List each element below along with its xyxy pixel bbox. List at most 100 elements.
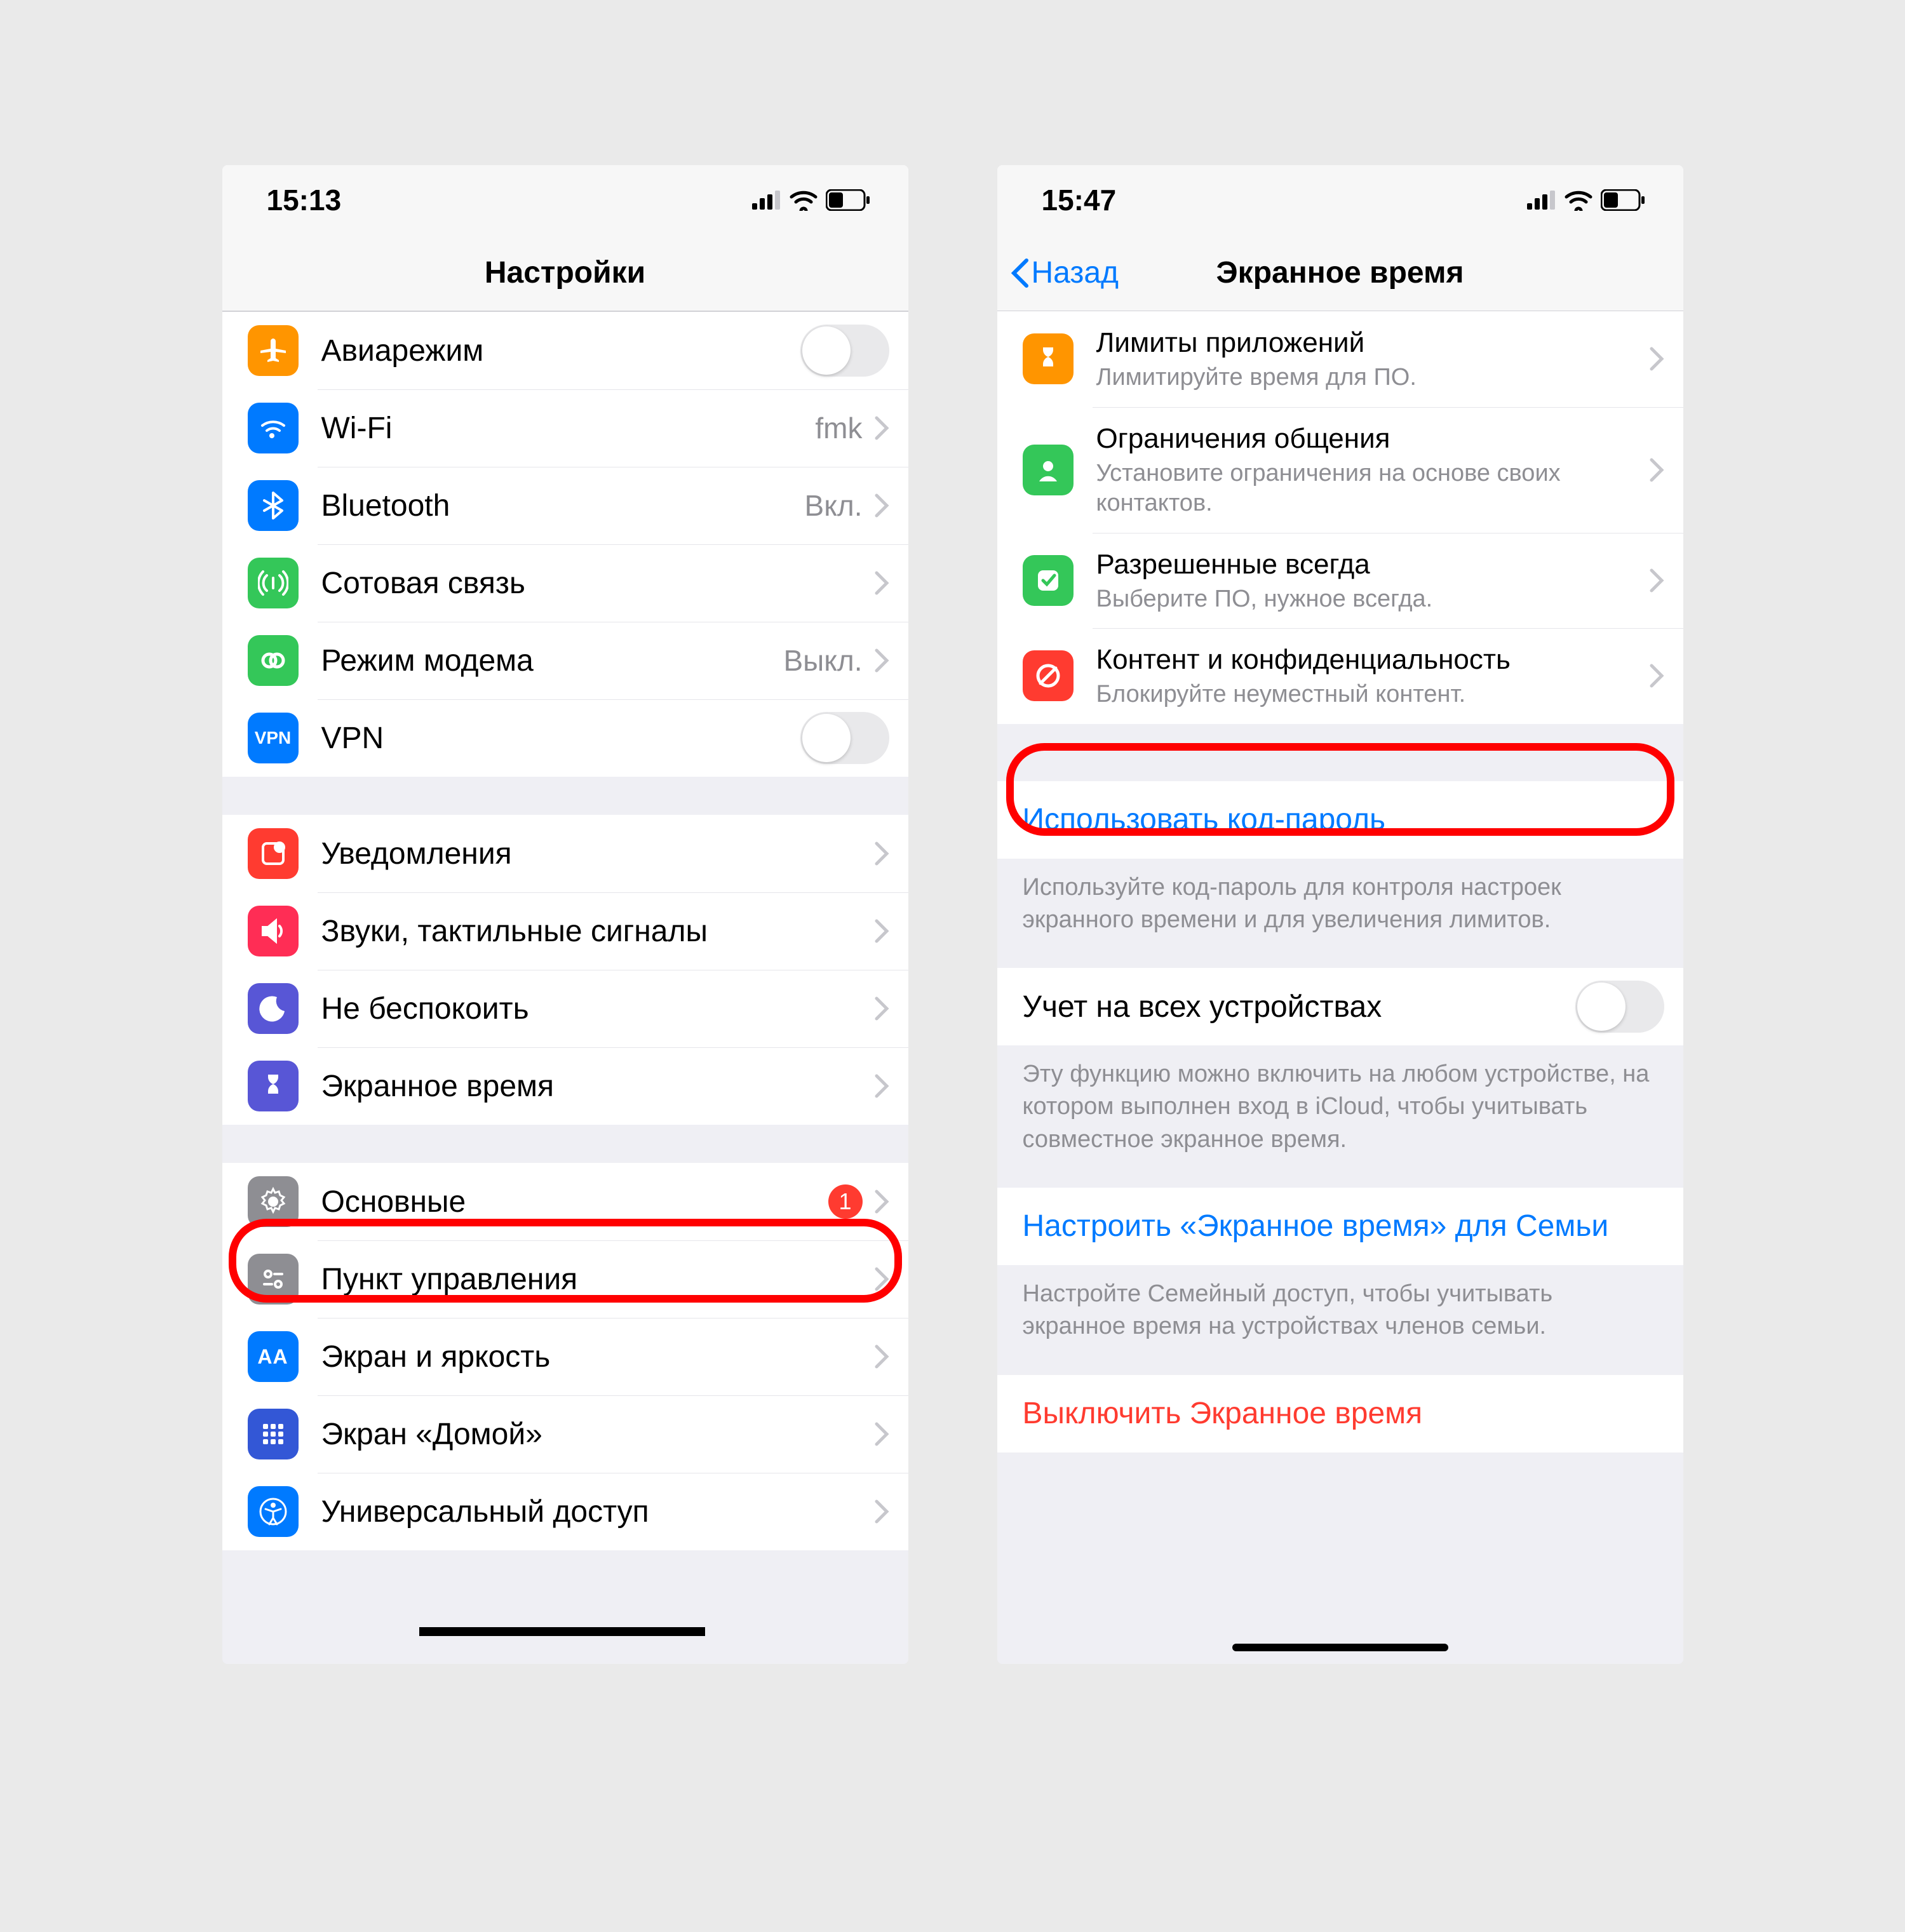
chevron-icon <box>874 1499 889 1524</box>
vpn-icon: VPN <box>248 713 299 763</box>
title-app-limits: Лимиты приложений <box>1096 325 1649 360</box>
turnoff-group: Выключить Экранное время <box>997 1375 1683 1452</box>
toggle-airplane[interactable] <box>800 325 889 377</box>
chevron-icon <box>874 1421 889 1447</box>
label-airplane: Авиарежим <box>321 333 484 368</box>
network-group: Авиарежим Wi-Fi fmk Bluetooth Вкл. Сотов… <box>222 311 908 777</box>
home-screen-icon <box>248 1409 299 1459</box>
row-always-allowed[interactable]: Разрешенные всегда Выберите ПО, нужное в… <box>997 533 1683 629</box>
toggle-share-devices[interactable] <box>1575 981 1664 1033</box>
row-family-setup[interactable]: Настроить «Экранное время» для Семьи <box>997 1188 1683 1265</box>
sounds-icon <box>248 906 299 956</box>
communication-limits-icon <box>1023 445 1074 495</box>
row-notifications[interactable]: Уведомления <box>222 815 908 892</box>
label-screentime: Экранное время <box>321 1069 555 1104</box>
dnd-icon <box>248 983 299 1034</box>
status-indicators <box>752 189 870 211</box>
row-control-center[interactable]: Пункт управления <box>222 1240 908 1318</box>
chevron-left-icon <box>1010 258 1029 288</box>
status-time: 15:13 <box>267 183 342 217</box>
chevron-icon <box>874 415 889 441</box>
row-bluetooth[interactable]: Bluetooth Вкл. <box>222 467 908 544</box>
row-communication-limits[interactable]: Ограничения общения Установите ограничен… <box>997 407 1683 533</box>
title-content-privacy: Контент и конфиденциальность <box>1096 642 1649 677</box>
label-cellular: Сотовая связь <box>321 566 525 601</box>
back-button[interactable]: Назад <box>1010 255 1119 290</box>
title-always-allowed: Разрешенные всегда <box>1096 547 1649 582</box>
family-group: Настроить «Экранное время» для Семьи <box>997 1188 1683 1265</box>
label-sounds: Звуки, тактильные сигналы <box>321 914 708 949</box>
row-use-passcode[interactable]: Использовать код-пароль <box>997 781 1683 859</box>
notifications-group: Уведомления Звуки, тактильные сигналы Не… <box>222 815 908 1125</box>
redaction <box>419 1627 705 1636</box>
label-display: Экран и яркость <box>321 1339 551 1374</box>
notifications-icon <box>248 828 299 879</box>
battery-icon <box>1601 189 1645 211</box>
share-group: Учет на всех устройствах <box>997 968 1683 1045</box>
row-dnd[interactable]: Не беспокоить <box>222 970 908 1047</box>
row-app-limits[interactable]: Лимиты приложений Лимитируйте время для … <box>997 311 1683 407</box>
subtitle-always-allowed: Выберите ПО, нужное всегда. <box>1096 584 1649 615</box>
screentime-options-group: Лимиты приложений Лимитируйте время для … <box>997 311 1683 724</box>
label-vpn: VPN <box>321 721 384 756</box>
row-accessibility[interactable]: Универсальный доступ <box>222 1473 908 1550</box>
value-hotspot: Выкл. <box>783 643 862 678</box>
chevron-icon <box>1649 568 1664 593</box>
label-share-devices: Учет на всех устройствах <box>1023 989 1382 1024</box>
footer-family: Настройте Семейный доступ, чтобы учитыва… <box>997 1265 1683 1350</box>
app-limits-icon <box>1023 333 1074 384</box>
chevron-icon <box>874 1266 889 1292</box>
bluetooth-icon <box>248 480 299 531</box>
label-general: Основные <box>321 1184 466 1219</box>
chevron-icon <box>874 648 889 673</box>
row-content-privacy[interactable]: Контент и конфиденциальность Блокируйте … <box>997 628 1683 724</box>
screentime-icon <box>248 1061 299 1111</box>
cellular-icon <box>752 191 781 210</box>
row-display[interactable]: AA Экран и яркость <box>222 1318 908 1395</box>
row-airplane[interactable]: Авиарежим <box>222 312 908 389</box>
row-wifi[interactable]: Wi-Fi fmk <box>222 389 908 467</box>
back-label: Назад <box>1032 255 1119 290</box>
wifi-icon <box>1564 189 1593 211</box>
label-accessibility: Универсальный доступ <box>321 1494 649 1529</box>
label-bluetooth: Bluetooth <box>321 488 450 523</box>
label-control-center: Пункт управления <box>321 1262 578 1297</box>
footer-passcode: Используйте код-пароль для контроля наст… <box>997 859 1683 943</box>
status-time: 15:47 <box>1042 183 1117 217</box>
row-general[interactable]: Основные 1 <box>222 1163 908 1240</box>
row-home-screen[interactable]: Экран «Домой» <box>222 1395 908 1473</box>
status-bar: 15:47 <box>997 165 1683 235</box>
chevron-icon <box>874 841 889 866</box>
chevron-icon <box>874 493 889 518</box>
toggle-vpn[interactable] <box>800 712 889 764</box>
footer-share: Эту функцию можно включить на любом устр… <box>997 1045 1683 1162</box>
always-allowed-icon <box>1023 555 1074 606</box>
row-share-devices[interactable]: Учет на всех устройствах <box>997 968 1683 1045</box>
row-vpn[interactable]: VPN VPN <box>222 699 908 777</box>
label-home-screen: Экран «Домой» <box>321 1417 542 1452</box>
control-center-icon <box>248 1254 299 1305</box>
row-hotspot[interactable]: Режим модема Выкл. <box>222 622 908 699</box>
chevron-icon <box>1649 663 1664 688</box>
chevron-icon <box>874 1073 889 1099</box>
label-notifications: Уведомления <box>321 836 512 871</box>
row-turn-off[interactable]: Выключить Экранное время <box>997 1375 1683 1452</box>
battery-icon <box>826 189 870 211</box>
link-family-setup: Настроить «Экранное время» для Семьи <box>1023 1209 1609 1244</box>
row-screentime[interactable]: Экранное время <box>222 1047 908 1125</box>
link-use-passcode: Использовать код-пароль <box>1023 802 1385 837</box>
display-icon: AA <box>248 1331 299 1382</box>
chevron-icon <box>874 918 889 944</box>
subtitle-content-privacy: Блокируйте неуместный контент. <box>1096 680 1649 710</box>
settings-screen: 15:13 Настройки Авиарежим Wi-Fi fmk Blue… <box>222 165 908 1664</box>
subtitle-comm-limits: Установите ограничения на основе своих к… <box>1096 459 1649 519</box>
subtitle-app-limits: Лимитируйте время для ПО. <box>1096 363 1649 393</box>
accessibility-icon <box>248 1486 299 1537</box>
home-indicator <box>1232 1644 1448 1651</box>
page-title: Настройки <box>485 255 645 290</box>
content-privacy-icon <box>1023 650 1074 701</box>
general-icon <box>248 1176 299 1227</box>
row-sounds[interactable]: Звуки, тактильные сигналы <box>222 892 908 970</box>
label-hotspot: Режим модема <box>321 643 534 678</box>
row-cellular[interactable]: Сотовая связь <box>222 544 908 622</box>
